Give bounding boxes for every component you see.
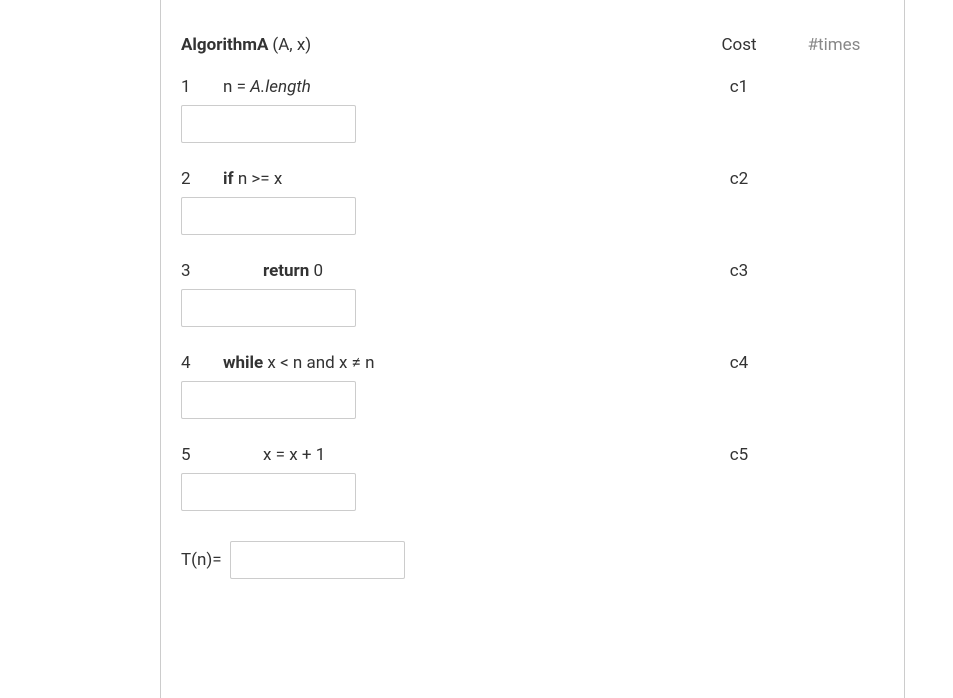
tn-row: T(n)= bbox=[181, 541, 884, 579]
line-block-5: 5 x = x + 1 c5 bbox=[181, 445, 884, 511]
algorithm-title: AlgorithmA(A, x) bbox=[181, 35, 311, 55]
algorithm-name: AlgorithmA bbox=[181, 35, 268, 55]
line-number: 4 bbox=[181, 353, 223, 373]
cost-value: c1 bbox=[694, 77, 784, 97]
cost-value: c4 bbox=[694, 353, 784, 373]
line-number: 1 bbox=[181, 77, 223, 97]
code-text: x = x + 1 bbox=[223, 445, 325, 465]
code-text: if n >= x bbox=[223, 169, 282, 189]
answer-row-1 bbox=[181, 105, 884, 143]
header-row: AlgorithmA(A, x) Cost #times bbox=[181, 35, 884, 55]
line-block-2: 2 if n >= x c2 bbox=[181, 169, 884, 235]
cost-value: c3 bbox=[694, 261, 784, 281]
line-number: 2 bbox=[181, 169, 223, 189]
line-number: 5 bbox=[181, 445, 223, 465]
times-header: #times bbox=[784, 35, 884, 55]
cost-value: c2 bbox=[694, 169, 784, 189]
answer-row-2 bbox=[181, 197, 884, 235]
tn-input[interactable] bbox=[230, 541, 405, 579]
tn-label: T(n)= bbox=[181, 550, 222, 570]
code-row-4: 4 while x < n and x ≠ n c4 bbox=[181, 353, 884, 373]
cost-value: c5 bbox=[694, 445, 784, 465]
line-block-1: 1 n = A.length c1 bbox=[181, 77, 884, 143]
code-text: return 0 bbox=[223, 261, 323, 281]
line-block-3: 3 return 0 c3 bbox=[181, 261, 884, 327]
answer-input-1[interactable] bbox=[181, 105, 356, 143]
code-text: while x < n and x ≠ n bbox=[223, 353, 375, 373]
answer-row-3 bbox=[181, 289, 884, 327]
answer-input-2[interactable] bbox=[181, 197, 356, 235]
code-row-5: 5 x = x + 1 c5 bbox=[181, 445, 884, 465]
algorithm-panel: AlgorithmA(A, x) Cost #times 1 n = A.len… bbox=[160, 0, 905, 698]
line-block-4: 4 while x < n and x ≠ n c4 bbox=[181, 353, 884, 419]
algorithm-params: (A, x) bbox=[272, 35, 311, 55]
code-row-2: 2 if n >= x c2 bbox=[181, 169, 884, 189]
cost-header: Cost bbox=[694, 35, 784, 55]
answer-input-3[interactable] bbox=[181, 289, 356, 327]
answer-row-4 bbox=[181, 381, 884, 419]
answer-row-5 bbox=[181, 473, 884, 511]
code-row-1: 1 n = A.length c1 bbox=[181, 77, 884, 97]
line-number: 3 bbox=[181, 261, 223, 281]
code-text: n = A.length bbox=[223, 77, 311, 97]
code-row-3: 3 return 0 c3 bbox=[181, 261, 884, 281]
answer-input-4[interactable] bbox=[181, 381, 356, 419]
answer-input-5[interactable] bbox=[181, 473, 356, 511]
